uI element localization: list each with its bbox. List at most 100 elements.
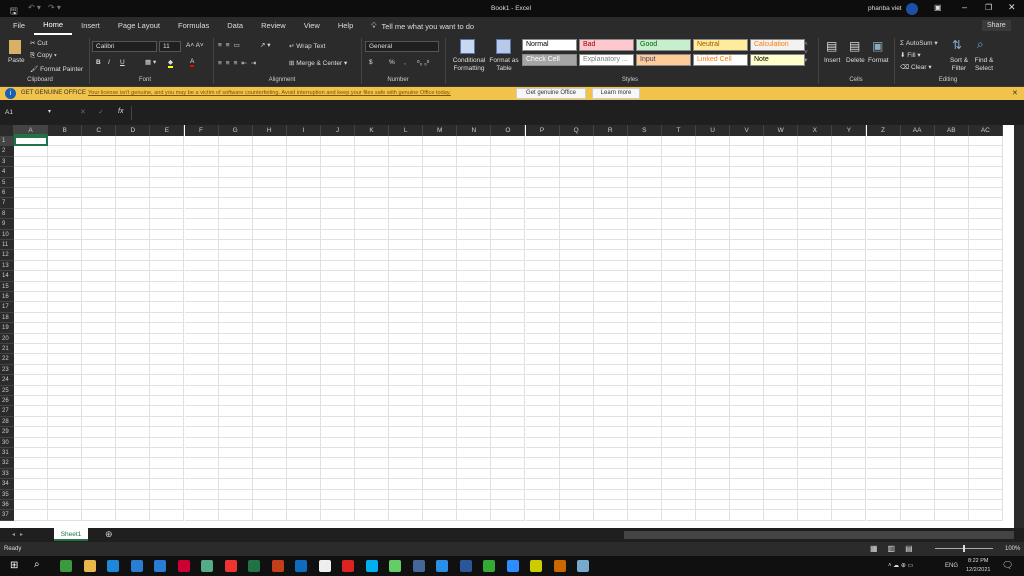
cell-style-linked-cell[interactable]: Linked Cell — [693, 54, 748, 66]
cell[interactable] — [593, 219, 628, 230]
cell[interactable] — [82, 208, 117, 220]
cell[interactable] — [934, 510, 969, 521]
cell[interactable] — [934, 250, 969, 261]
cell[interactable] — [457, 177, 492, 188]
cell[interactable] — [48, 396, 83, 407]
cell[interactable] — [14, 312, 49, 324]
cell[interactable] — [968, 229, 1003, 240]
cell-style-good[interactable]: Good — [636, 39, 691, 51]
find-select-button[interactable]: Find & Select — [972, 57, 996, 73]
cell[interactable] — [593, 260, 628, 272]
cell[interactable] — [593, 458, 628, 469]
cell[interactable] — [184, 271, 219, 282]
cell[interactable] — [491, 500, 526, 511]
cell[interactable] — [491, 489, 526, 500]
cell[interactable] — [457, 302, 492, 313]
cell[interactable] — [764, 385, 799, 396]
cell[interactable] — [423, 250, 458, 261]
cell[interactable] — [184, 500, 219, 511]
cell[interactable] — [286, 375, 321, 386]
cell[interactable] — [14, 333, 49, 344]
cell[interactable] — [866, 468, 901, 480]
cell[interactable] — [82, 229, 117, 240]
cell[interactable] — [14, 250, 49, 261]
cell[interactable] — [934, 219, 969, 230]
cell[interactable] — [593, 448, 628, 459]
cell[interactable] — [252, 448, 287, 459]
cell[interactable] — [457, 229, 492, 240]
row-header[interactable]: 21 — [0, 344, 14, 355]
cell[interactable] — [696, 240, 731, 251]
cell[interactable] — [82, 260, 117, 272]
cell[interactable] — [150, 385, 185, 396]
cell[interactable] — [559, 510, 594, 521]
cell[interactable] — [184, 364, 219, 376]
cell[interactable] — [14, 146, 49, 157]
row-header[interactable]: 33 — [0, 468, 14, 480]
cell[interactable] — [491, 354, 526, 365]
cell[interactable] — [593, 250, 628, 261]
cell[interactable] — [491, 427, 526, 438]
cell[interactable] — [491, 229, 526, 240]
cell[interactable] — [423, 396, 458, 407]
cell[interactable] — [696, 406, 731, 417]
format-as-table-button[interactable]: Format as Table — [488, 57, 520, 73]
cell[interactable] — [14, 448, 49, 459]
cell[interactable] — [150, 312, 185, 324]
cell[interactable] — [286, 250, 321, 261]
cell[interactable] — [355, 354, 390, 365]
cell[interactable] — [355, 427, 390, 438]
start-icon[interactable]: ⊞ — [10, 560, 18, 571]
cell[interactable] — [559, 167, 594, 178]
cell[interactable] — [866, 479, 901, 490]
cell[interactable] — [457, 479, 492, 490]
cell[interactable] — [82, 344, 117, 355]
column-header[interactable]: A — [14, 125, 49, 136]
cell[interactable] — [491, 281, 526, 292]
cell[interactable] — [116, 364, 151, 376]
cell[interactable] — [218, 354, 253, 365]
cell[interactable] — [696, 271, 731, 282]
cell[interactable] — [150, 448, 185, 459]
cell[interactable] — [14, 500, 49, 511]
cell[interactable] — [423, 468, 458, 480]
cell[interactable] — [389, 208, 424, 220]
column-header[interactable]: AC — [968, 125, 1003, 136]
cell[interactable] — [286, 292, 321, 303]
cell[interactable] — [491, 260, 526, 272]
number-format-dropdown[interactable]: General — [365, 41, 439, 52]
cell[interactable] — [184, 260, 219, 272]
cell[interactable] — [798, 271, 833, 282]
cell[interactable] — [968, 312, 1003, 324]
cell[interactable] — [798, 260, 833, 272]
cell[interactable] — [559, 354, 594, 365]
cell[interactable] — [389, 281, 424, 292]
cell[interactable] — [320, 333, 355, 344]
cell[interactable] — [252, 302, 287, 313]
cell[interactable] — [389, 188, 424, 199]
decimal-icons[interactable]: ⁰₀ ₀⁰ — [417, 59, 429, 67]
cell[interactable] — [389, 510, 424, 521]
cell[interactable] — [184, 292, 219, 303]
cell[interactable] — [730, 375, 765, 386]
cell[interactable] — [14, 427, 49, 438]
font-name-dropdown[interactable]: Calibri — [92, 41, 157, 52]
paste-button[interactable]: Paste — [8, 57, 25, 64]
cell[interactable] — [116, 198, 151, 209]
cell[interactable] — [457, 458, 492, 469]
cell[interactable] — [559, 198, 594, 209]
cell[interactable] — [116, 240, 151, 251]
cell[interactable] — [696, 312, 731, 324]
cell[interactable] — [286, 312, 321, 324]
cell[interactable] — [423, 177, 458, 188]
cell[interactable] — [627, 427, 662, 438]
cell-style-calculation[interactable]: Calculation — [750, 39, 805, 51]
cell[interactable] — [559, 250, 594, 261]
cell[interactable] — [14, 510, 49, 521]
user-name[interactable]: phanba viet — [868, 5, 902, 12]
cell[interactable] — [218, 437, 253, 448]
cell[interactable] — [184, 385, 219, 396]
cell[interactable] — [696, 458, 731, 469]
cell[interactable] — [184, 312, 219, 324]
cell[interactable] — [218, 302, 253, 313]
